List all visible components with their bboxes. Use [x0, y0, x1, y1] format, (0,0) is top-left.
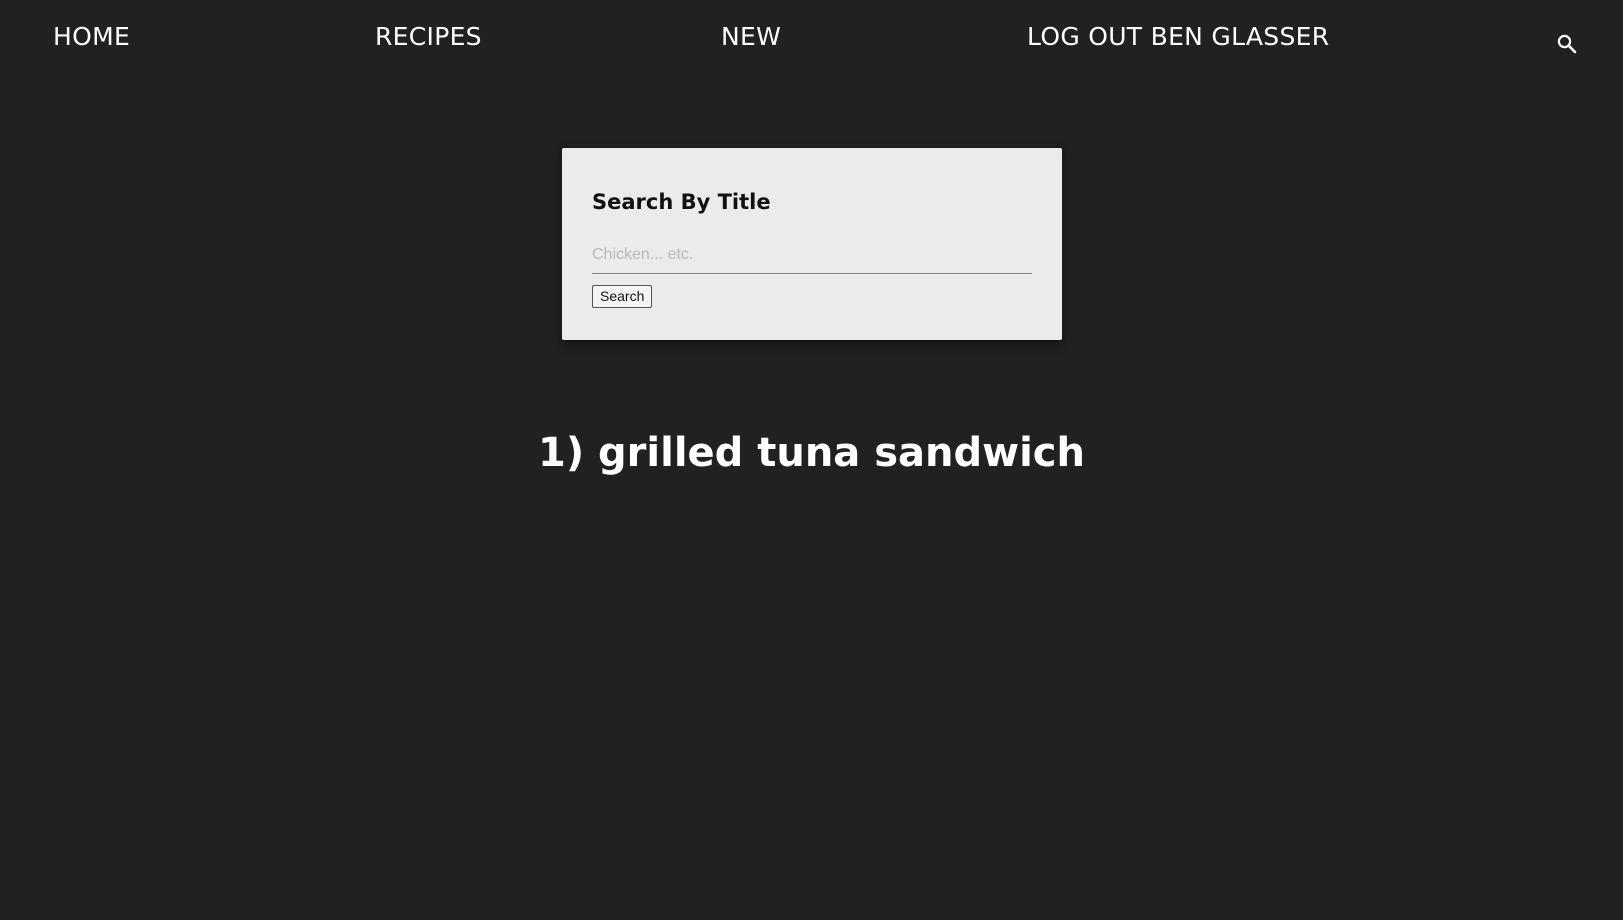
nav-logout-link[interactable]: LOG OUT BEN GLASSER: [1027, 22, 1329, 51]
search-card-title: Search By Title: [592, 190, 771, 214]
nav-recipes-link[interactable]: RECIPES: [375, 22, 482, 51]
search-title-input[interactable]: [592, 236, 1032, 274]
nav-new-link[interactable]: NEW: [721, 22, 781, 51]
search-icon-glyph: [1557, 34, 1577, 54]
search-icon[interactable]: [1556, 33, 1578, 55]
nav-home-link[interactable]: HOME: [53, 22, 130, 51]
search-card: Search By Title Search: [562, 148, 1062, 340]
top-nav: HOME RECIPES NEW LOG OUT BEN GLASSER: [0, 0, 1623, 80]
recipe-result-item[interactable]: 1) grilled tuna sandwich: [0, 430, 1623, 476]
search-button[interactable]: Search: [592, 285, 653, 308]
